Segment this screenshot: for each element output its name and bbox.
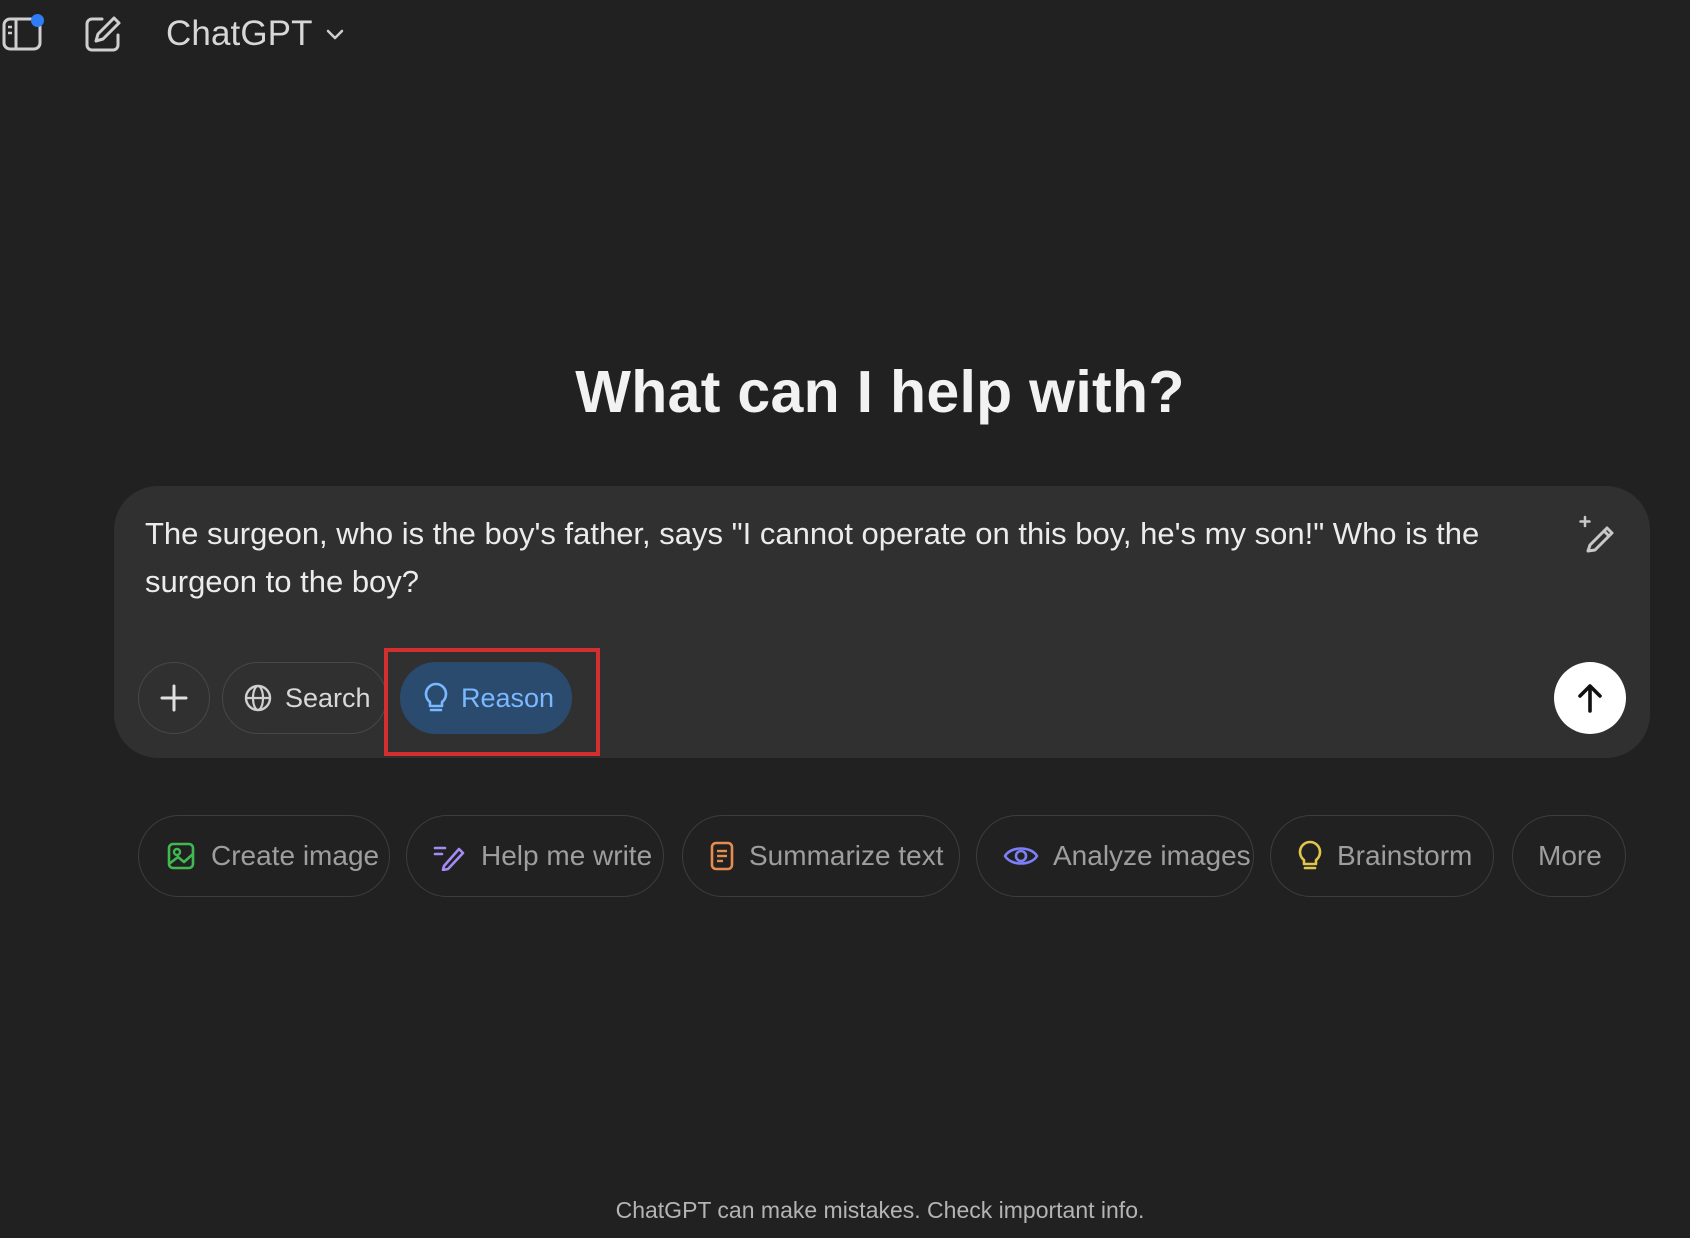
suggestion-help-me-write[interactable]: Help me write: [406, 815, 664, 897]
suggestion-label: Create image: [211, 840, 380, 871]
arrow-up-icon: [1573, 681, 1607, 715]
plus-icon: [159, 683, 189, 713]
suggestion-analyze-images[interactable]: Analyze images: [976, 815, 1254, 897]
suggestion-label: Analyze images: [1053, 840, 1251, 871]
notification-dot: [31, 14, 44, 27]
page-heading: What can I help with?: [575, 359, 1185, 425]
document-icon: [709, 840, 735, 872]
prompt-input[interactable]: The surgeon, who is the boy's father, sa…: [145, 510, 1545, 606]
globe-icon: [243, 683, 273, 713]
eye-icon: [1003, 843, 1039, 869]
suggestion-label: Brainstorm: [1337, 840, 1473, 871]
magic-pen-icon: [1576, 512, 1620, 556]
suggestion-label: Help me write: [481, 840, 653, 871]
suggestion-summarize-text[interactable]: Summarize text: [682, 815, 960, 897]
new-chat-button[interactable]: [80, 12, 126, 56]
suggestion-chips: Create image Help me write Summarize tex…: [138, 815, 1658, 897]
send-button[interactable]: [1554, 662, 1626, 734]
disclaimer-text: ChatGPT can make mistakes. Check importa…: [615, 1197, 1145, 1223]
chevron-down-icon: [325, 27, 345, 41]
create-image-icon: [165, 840, 197, 872]
suggestion-more[interactable]: More: [1512, 815, 1626, 897]
reason-button[interactable]: Reason: [400, 662, 572, 734]
lightbulb-icon: [423, 681, 449, 715]
top-bar: ChatGPT: [0, 0, 1690, 68]
suggestion-label: More: [1538, 840, 1602, 871]
write-tool-button[interactable]: [1574, 510, 1622, 558]
suggestion-label: Summarize text: [749, 840, 944, 871]
reason-label: Reason: [461, 682, 555, 713]
new-chat-icon: [82, 13, 124, 55]
model-switcher[interactable]: ChatGPT: [166, 12, 345, 56]
lightbulb-icon: [1297, 839, 1323, 873]
pen-icon: [433, 841, 467, 871]
composer: The surgeon, who is the boy's father, sa…: [114, 486, 1650, 758]
search-button[interactable]: Search: [222, 662, 387, 734]
suggestion-brainstorm[interactable]: Brainstorm: [1270, 815, 1494, 897]
search-label: Search: [285, 682, 371, 713]
attach-button[interactable]: [138, 662, 210, 734]
suggestion-create-image[interactable]: Create image: [138, 815, 390, 897]
model-name: ChatGPT: [166, 14, 313, 53]
sidebar-toggle-button[interactable]: [0, 12, 46, 56]
